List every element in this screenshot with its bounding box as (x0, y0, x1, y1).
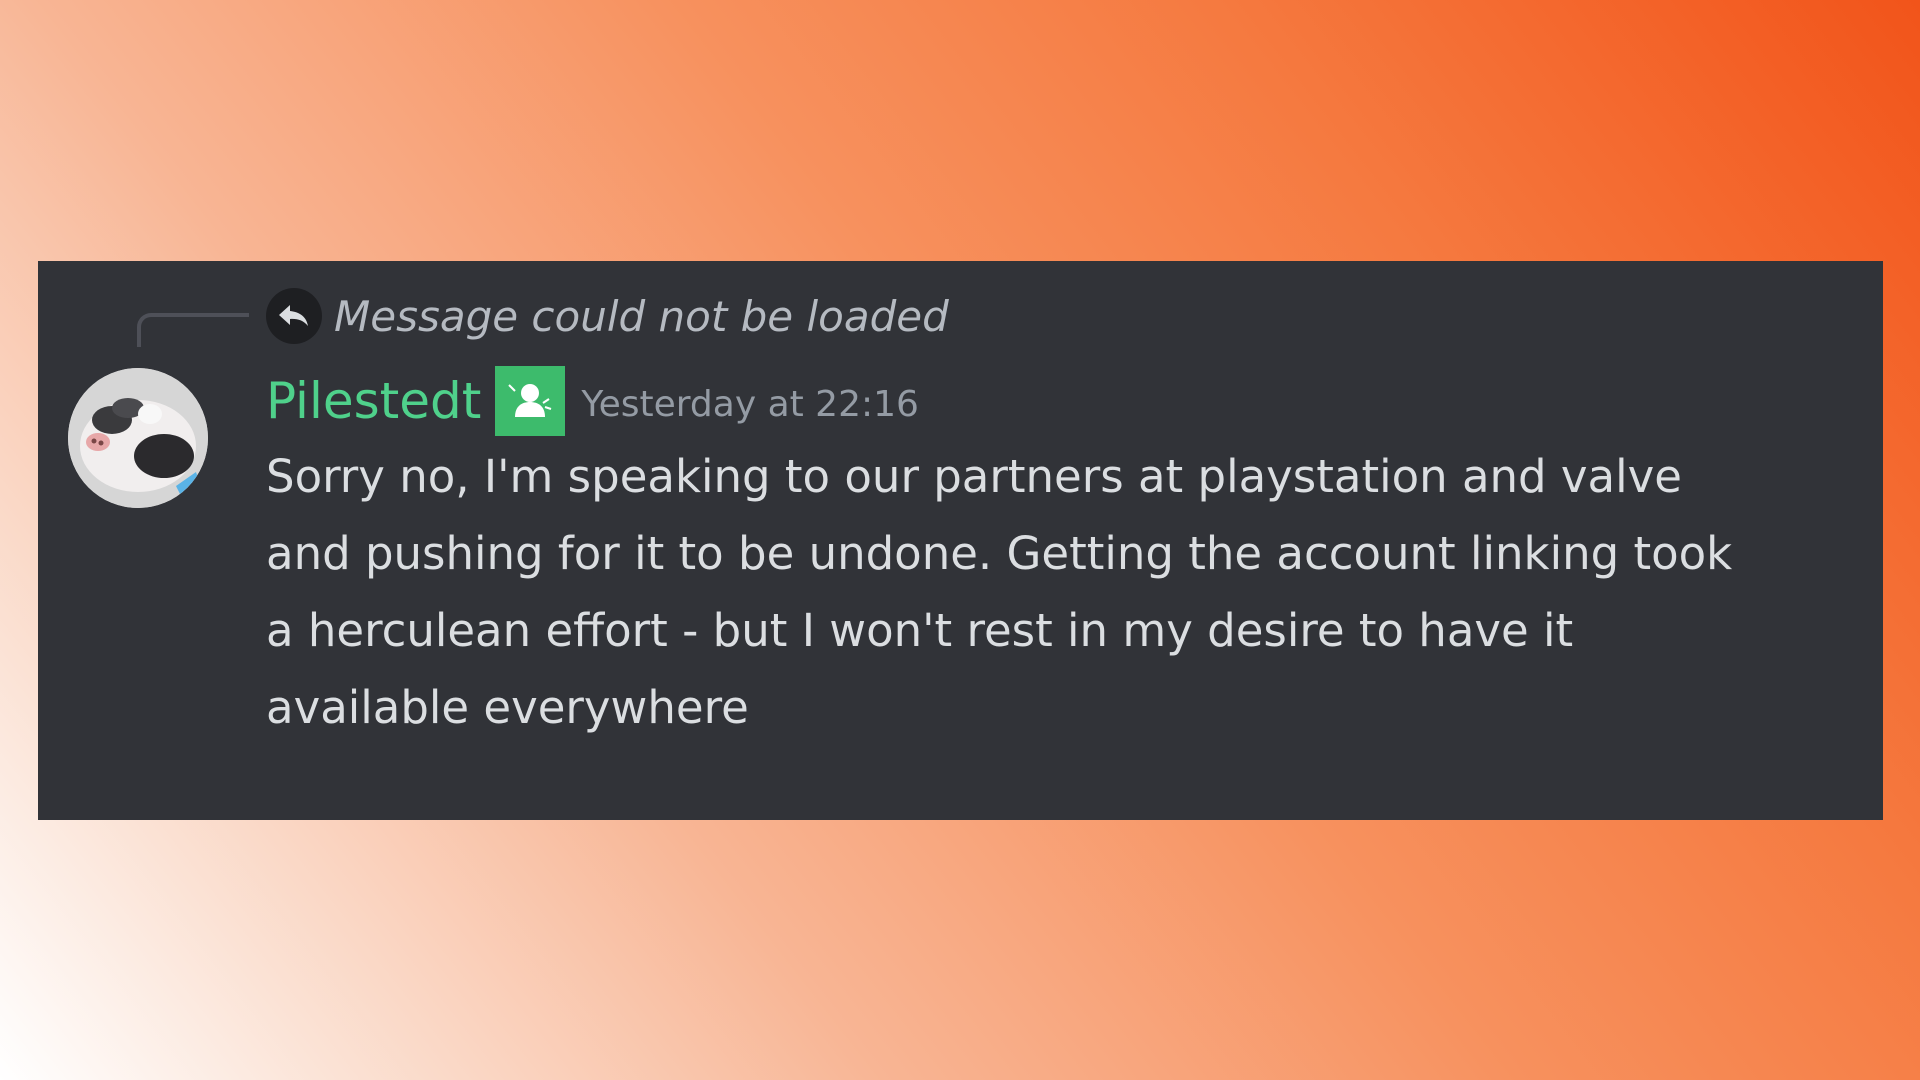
message-timestamp[interactable]: Yesterday at 22:16 (581, 378, 919, 425)
reply-placeholder-text[interactable]: Message could not be loaded (334, 292, 949, 341)
reply-reference[interactable]: Message could not be loaded (266, 288, 949, 344)
message-header: Pilestedt Yesterday at 22:16 (266, 364, 919, 438)
username[interactable]: Pilestedt (266, 372, 481, 430)
reply-connector-line (137, 313, 249, 347)
person-role-icon[interactable] (495, 366, 566, 436)
message-content: Sorry no, I'm speaking to our partners a… (266, 450, 1733, 734)
avatar[interactable] (68, 368, 208, 508)
message-card[interactable]: Message could not be loaded Pilestedt Ye… (38, 261, 1883, 820)
reply-arrow-icon (266, 288, 322, 344)
